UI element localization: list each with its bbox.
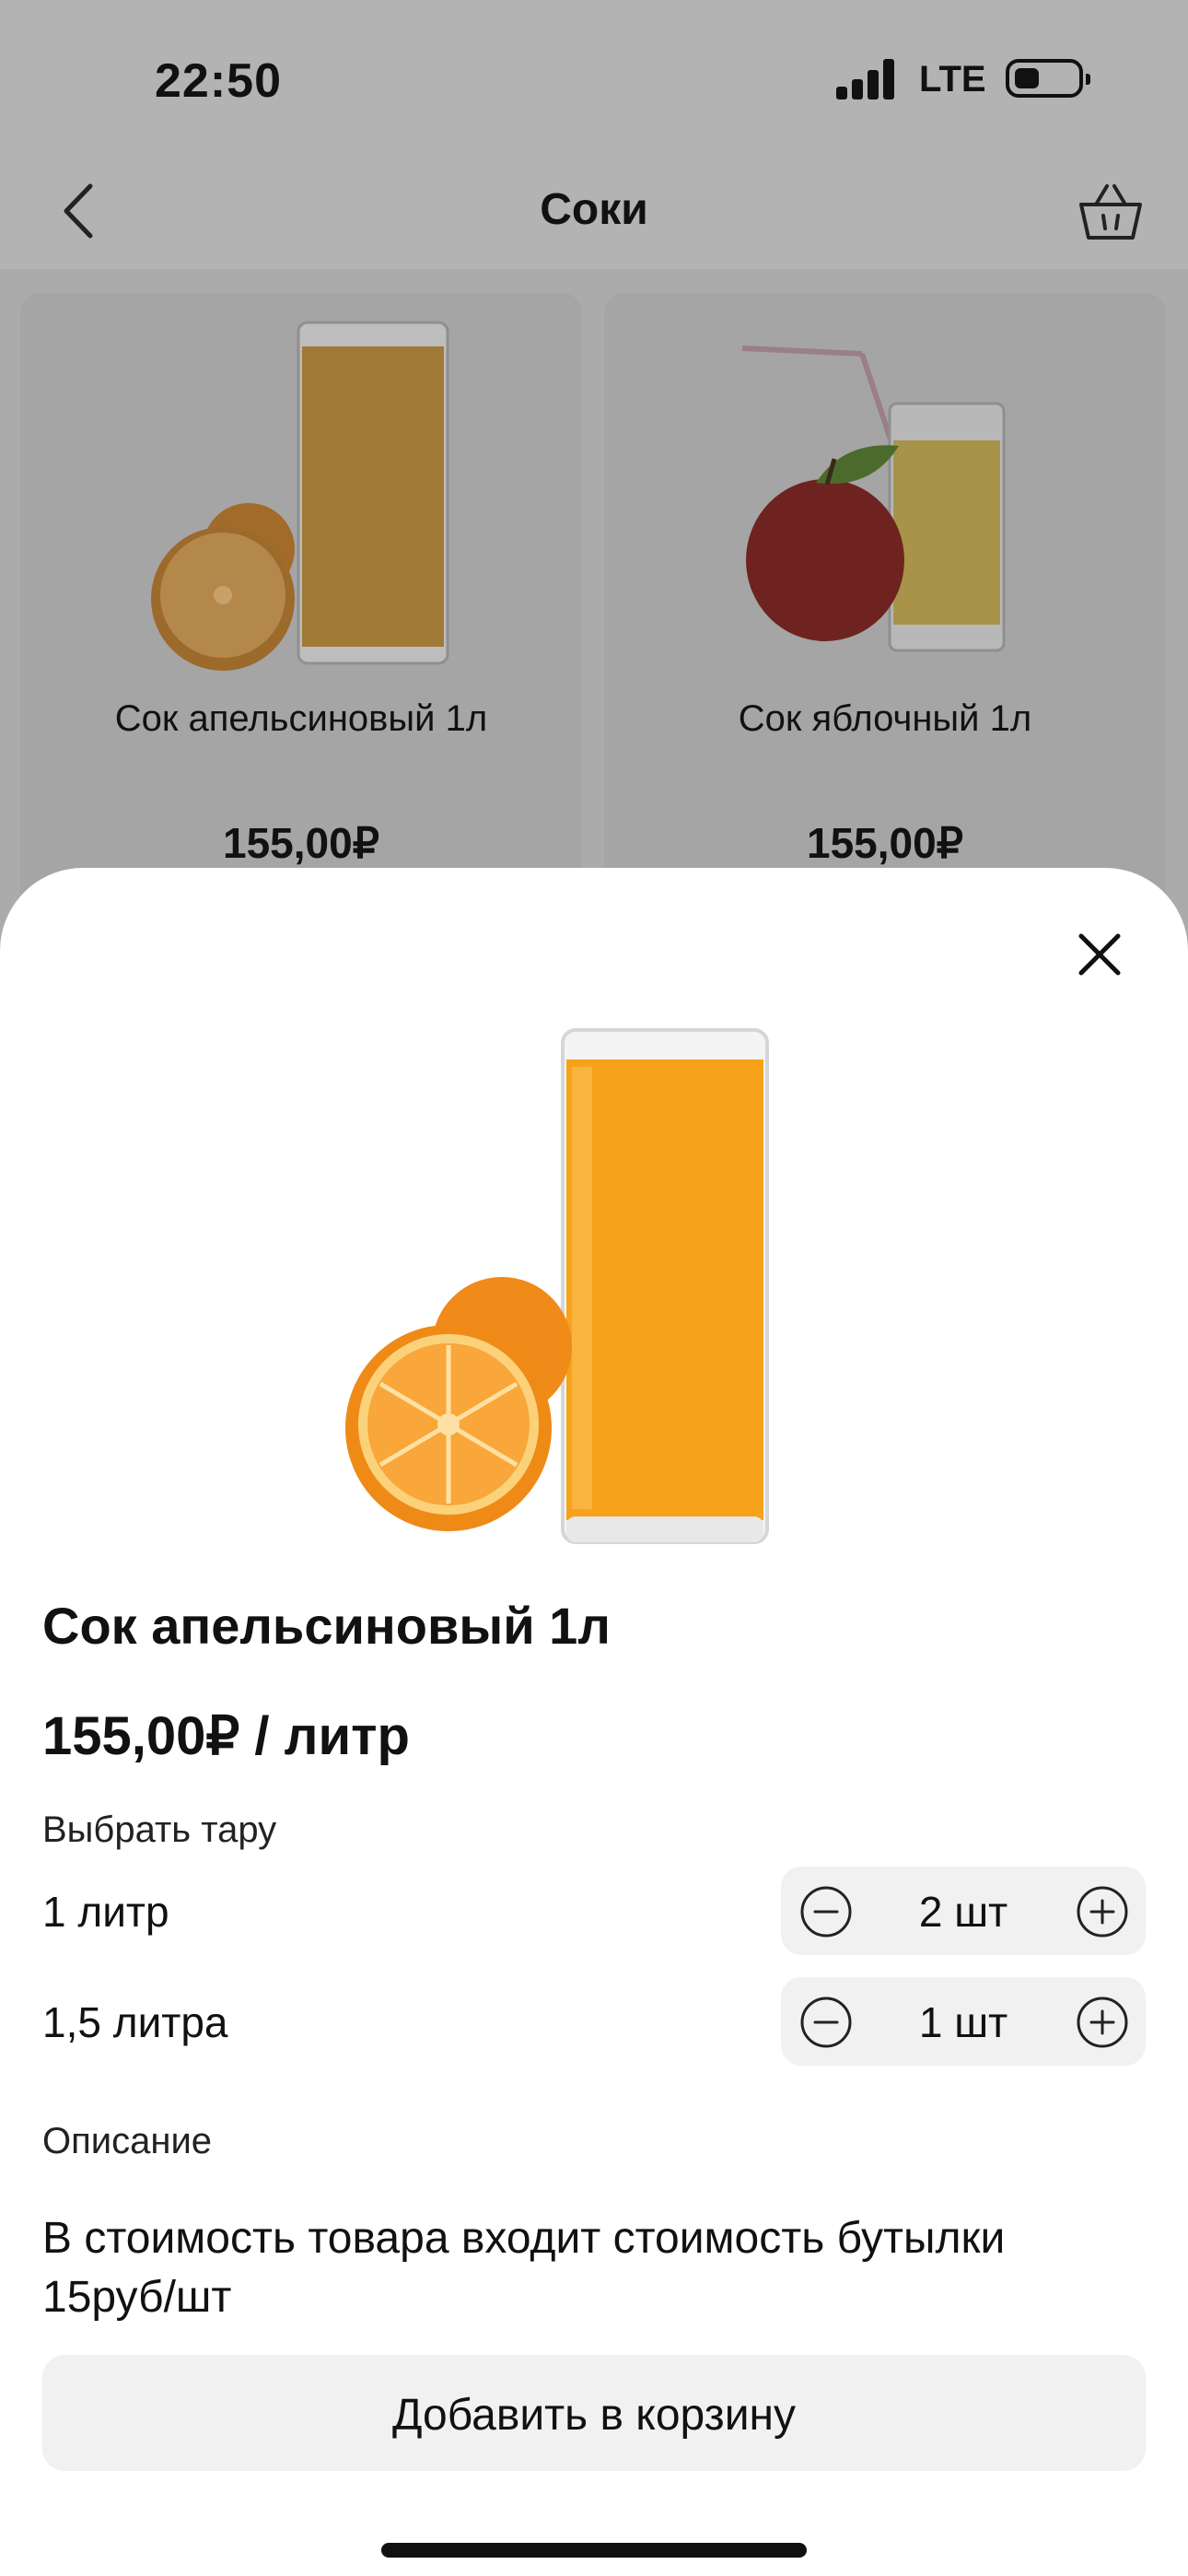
nav-bar: Соки xyxy=(0,157,1188,269)
product-card[interactable]: Сок апельсиновый 1л 155,00₽ xyxy=(20,293,582,938)
status-bar: 22:50 LTE xyxy=(0,0,1188,157)
minus-icon[interactable] xyxy=(799,1996,853,2049)
product-price: 155,00₽ / литр xyxy=(42,1706,410,1766)
quantity-stepper: 1 шт xyxy=(781,1977,1146,2066)
apple-juice-image xyxy=(741,345,1006,652)
container-label: Выбрать тару xyxy=(42,1809,277,1850)
minus-icon[interactable] xyxy=(799,1885,853,1938)
option-label: 1 литр xyxy=(42,1888,169,1936)
plus-icon[interactable] xyxy=(1076,1885,1129,1938)
orange-juice-image xyxy=(151,321,449,671)
description-text: В стоимость товара входит стоимость буты… xyxy=(42,2214,1006,2322)
battery-icon xyxy=(1006,59,1090,98)
quantity-stepper: 2 шт xyxy=(781,1867,1146,1955)
product-price: 155,00₽ xyxy=(807,819,963,867)
quantity-value: 1 шт xyxy=(918,1998,1008,2046)
close-icon[interactable] xyxy=(1070,925,1129,984)
network-label: LTE xyxy=(919,59,986,100)
product-detail-sheet: Сок апельсиновый 1л 155,00₽ / литр Выбра… xyxy=(0,868,1188,2576)
product-price: 155,00₽ xyxy=(223,819,379,867)
home-indicator xyxy=(381,2543,807,2558)
product-card[interactable]: Сок яблочный 1л 155,00₽ xyxy=(604,293,1166,938)
add-to-cart-label: Добавить в корзину xyxy=(391,2391,797,2440)
basket-icon[interactable] xyxy=(1076,177,1146,247)
container-option: 1 литр 2 шт xyxy=(0,1867,1188,1955)
option-label: 1,5 литра xyxy=(42,1998,228,2046)
page-title: Соки xyxy=(540,185,648,234)
quantity-value: 2 шт xyxy=(918,1888,1008,1936)
status-time: 22:50 xyxy=(155,54,282,108)
product-name: Сок яблочный 1л xyxy=(738,698,1032,739)
product-name: Сок апельсиновый 1л xyxy=(114,698,488,739)
product-title: Сок апельсиновый 1л xyxy=(42,1597,611,1655)
plus-icon[interactable] xyxy=(1076,1996,1129,2049)
orange-juice-image xyxy=(345,1028,769,1544)
container-option: 1,5 литра 1 шт xyxy=(0,1977,1188,2066)
description-label: Описание xyxy=(42,2121,213,2161)
add-to-cart-button[interactable]: Добавить в корзину xyxy=(42,2355,1146,2471)
signal-icon xyxy=(836,59,901,100)
